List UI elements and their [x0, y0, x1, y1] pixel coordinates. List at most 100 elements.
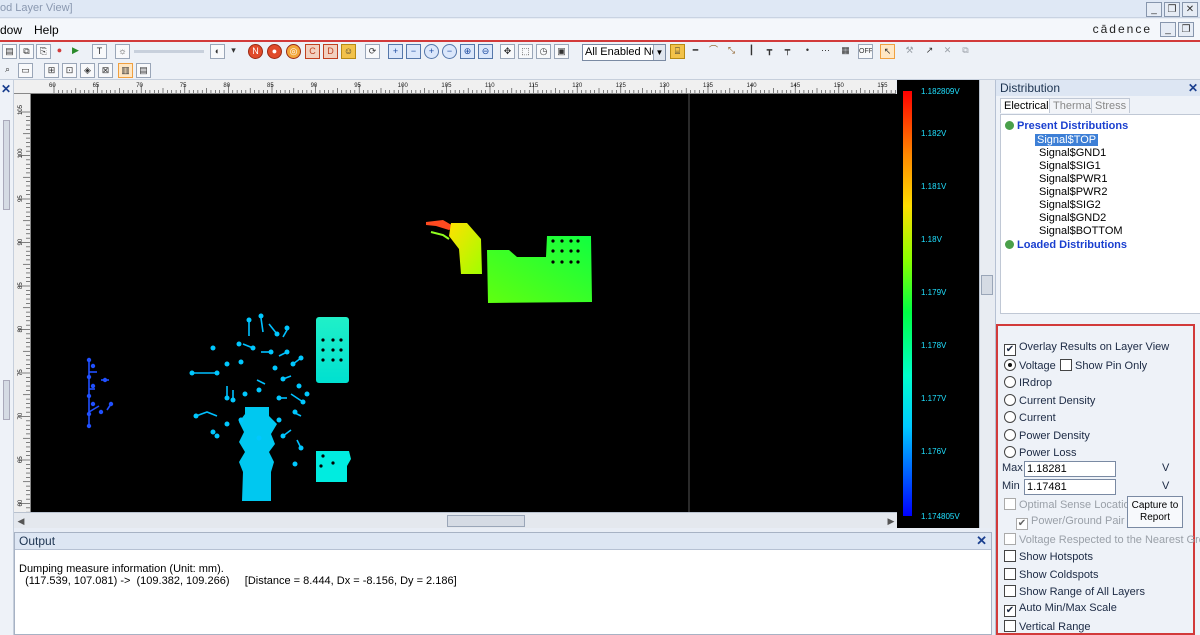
- min-value-field[interactable]: 1.17481: [1024, 479, 1116, 495]
- align-top-icon[interactable]: ┳: [762, 44, 777, 59]
- scroll-right-icon[interactable]: ▶: [886, 515, 896, 527]
- close-icon[interactable]: ✕: [1188, 80, 1198, 96]
- zoom-prev-icon[interactable]: ⊖: [478, 44, 493, 59]
- chevron-down-icon[interactable]: ▼: [653, 45, 665, 60]
- dot-icon[interactable]: •: [800, 44, 815, 59]
- left-scroll-thumb-2[interactable]: [3, 380, 10, 420]
- measure-icon[interactable]: ▭: [18, 63, 33, 78]
- optimal-sense-checkbox[interactable]: Optimal Sense Locations: [1004, 498, 1141, 511]
- scroll-left-icon[interactable]: ◀: [16, 515, 26, 527]
- net-n-icon[interactable]: N: [248, 44, 263, 59]
- print-icon[interactable]: ▤: [2, 44, 17, 59]
- radio-selected[interactable]: [1004, 359, 1016, 371]
- vertical-line-icon[interactable]: ┃: [744, 44, 759, 59]
- tree-item-signal[interactable]: Signal$GND2: [1039, 212, 1106, 224]
- copy-item-icon[interactable]: ⧉: [958, 44, 973, 59]
- close-icon[interactable]: ✕: [1, 82, 11, 96]
- paste-icon[interactable]: ⎘: [36, 44, 51, 59]
- delete-icon[interactable]: ✕: [940, 44, 955, 59]
- layer-overlay-icon[interactable]: ▥: [118, 63, 133, 78]
- c-icon[interactable]: C: [305, 44, 320, 59]
- radio[interactable]: [1004, 446, 1016, 458]
- select-area-icon[interactable]: ⬚: [518, 44, 533, 59]
- max-value-field[interactable]: 1.18281: [1024, 461, 1116, 477]
- zoom-in-box-icon[interactable]: +: [388, 44, 403, 59]
- highlight-icon[interactable]: ☺: [341, 44, 356, 59]
- checkbox-checked[interactable]: ✔: [1004, 344, 1016, 356]
- auto-minmax-checkbox[interactable]: ✔ Auto Min/Max Scale: [1004, 602, 1117, 617]
- checkbox-checked[interactable]: ✔: [1004, 605, 1016, 617]
- checkbox[interactable]: [1004, 585, 1016, 597]
- close-icon[interactable]: ✕: [1182, 2, 1198, 17]
- view-icon-1[interactable]: ⊞: [44, 63, 59, 78]
- show-coldspots-checkbox[interactable]: Show Coldspots: [1004, 568, 1099, 581]
- checkbox-disabled[interactable]: [1004, 498, 1016, 510]
- vertical-scrollbar[interactable]: [979, 80, 995, 528]
- pointer-select-icon[interactable]: ↖: [880, 44, 895, 59]
- checkbox[interactable]: [1004, 620, 1016, 632]
- layer-select-dropdown[interactable]: All Enabled Ne ▼: [582, 44, 666, 61]
- radio[interactable]: [1004, 394, 1016, 406]
- view-icon-2[interactable]: ⊡: [62, 63, 77, 78]
- tree-node-present[interactable]: Present Distributions: [1005, 120, 1128, 132]
- align-bottom-icon[interactable]: ┯: [780, 44, 795, 59]
- view-icon-3[interactable]: ◈: [80, 63, 95, 78]
- zoom-out-box-icon[interactable]: −: [406, 44, 421, 59]
- refresh-view-icon[interactable]: ⟳: [365, 44, 380, 59]
- cursor-add-icon[interactable]: ↗: [922, 44, 937, 59]
- net-ring-icon[interactable]: ◎: [286, 44, 301, 59]
- layer-view-icon[interactable]: ▣: [554, 44, 569, 59]
- power-loss-radio[interactable]: Power Loss: [1004, 446, 1076, 459]
- zoom-fit-icon[interactable]: ⊕: [460, 44, 475, 59]
- palette-icon[interactable]: ◐: [210, 44, 225, 59]
- zoom-out-icon[interactable]: −: [442, 44, 457, 59]
- net-stop-icon[interactable]: ●: [267, 44, 282, 59]
- power-density-radio[interactable]: Power Density: [1004, 429, 1090, 442]
- route-icon[interactable]: ⌒: [706, 44, 721, 59]
- tree-item-signal[interactable]: Signal$PWR2: [1039, 186, 1107, 198]
- mdi-restore-icon[interactable]: ❐: [1178, 22, 1194, 37]
- menu-window[interactable]: dow: [0, 23, 22, 37]
- d-icon[interactable]: D: [323, 44, 338, 59]
- show-hotspots-checkbox[interactable]: Show Hotspots: [1004, 550, 1093, 563]
- mdi-minimize-icon[interactable]: _: [1160, 22, 1176, 37]
- record-icon[interactable]: ●: [52, 44, 67, 59]
- report-icon[interactable]: ▤: [136, 63, 151, 78]
- power-ground-pair-checkbox[interactable]: ✔ Power/Ground Pair: [1016, 515, 1125, 530]
- radio[interactable]: [1004, 429, 1016, 441]
- current-radio[interactable]: Current: [1004, 411, 1056, 424]
- vertical-range-checkbox[interactable]: Vertical Range: [1004, 620, 1091, 633]
- capture-to-report-button[interactable]: Capture to Report: [1127, 496, 1183, 528]
- pan-icon[interactable]: ✥: [500, 44, 515, 59]
- irdrop-radio[interactable]: IRdrop: [1004, 376, 1052, 389]
- bus-icon[interactable]: ⋯: [818, 44, 833, 59]
- tree-item-signal[interactable]: Signal$SIG2: [1039, 199, 1101, 211]
- layout-canvas[interactable]: [31, 94, 897, 512]
- close-icon[interactable]: ✕: [976, 533, 987, 549]
- menu-help[interactable]: Help: [34, 23, 59, 37]
- redraw-icon[interactable]: ◷: [536, 44, 551, 59]
- hammer-icon[interactable]: ⚒: [902, 44, 917, 59]
- tree-item-signal[interactable]: Signal$SIG1: [1039, 160, 1101, 172]
- voltage-radio[interactable]: Voltage: [1004, 359, 1056, 372]
- tree-node-loaded[interactable]: Loaded Distributions: [1005, 239, 1127, 251]
- layer-edit-icon[interactable]: ⌸: [670, 44, 685, 59]
- view-icon-4[interactable]: ⊠: [98, 63, 113, 78]
- horizontal-scroll-thumb[interactable]: [447, 515, 525, 527]
- minimize-icon[interactable]: _: [1146, 2, 1162, 17]
- checkbox[interactable]: [1060, 359, 1072, 371]
- copy-icon[interactable]: ⧉: [19, 44, 34, 59]
- tree-item-signal[interactable]: Signal$PWR1: [1039, 173, 1107, 185]
- horizontal-scrollbar[interactable]: ◀ ▶: [14, 512, 898, 528]
- tab-electrical[interactable]: Electrical: [1000, 98, 1053, 113]
- radio[interactable]: [1004, 411, 1016, 423]
- show-pin-only-checkbox[interactable]: Show Pin Only: [1060, 359, 1147, 372]
- restore-icon[interactable]: ❐: [1164, 2, 1180, 17]
- tab-stress[interactable]: Stress: [1091, 98, 1131, 113]
- left-scroll-thumb[interactable]: [3, 120, 10, 210]
- chip-icon[interactable]: ▦: [838, 44, 853, 59]
- slide-icon[interactable]: ⤡: [724, 44, 739, 59]
- vertical-scroll-thumb[interactable]: [981, 275, 993, 295]
- slider-track[interactable]: [134, 50, 204, 53]
- checkbox[interactable]: [1004, 568, 1016, 580]
